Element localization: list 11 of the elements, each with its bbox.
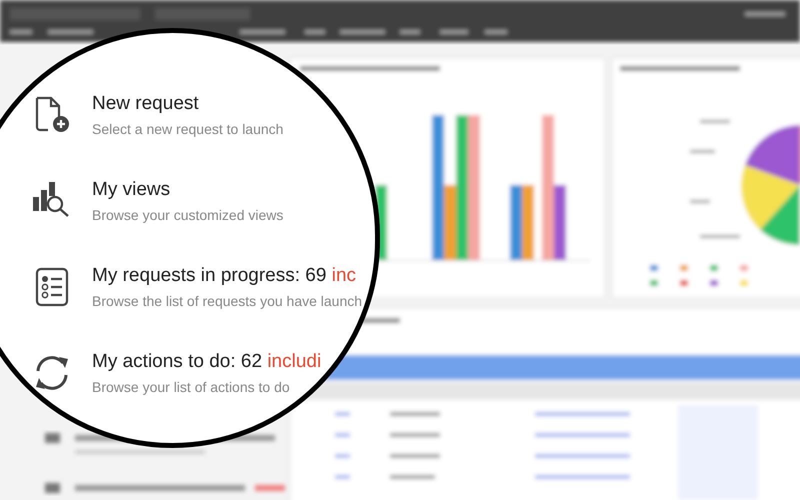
new-file-icon: [34, 95, 70, 133]
item-description: Browse your customized views: [92, 207, 284, 223]
item-description: Select a new request to launch: [92, 121, 284, 137]
item-title[interactable]: New request: [92, 93, 284, 115]
item-description: Browse your list of actions to do: [92, 379, 291, 395]
pie-slice: [745, 125, 800, 185]
item-title[interactable]: My views: [92, 179, 284, 201]
item-description: Browse the list of requests you have launch: [92, 293, 362, 309]
checklist-icon: [35, 267, 69, 307]
item-title[interactable]: My requests in progress: 69 inc: [92, 265, 362, 287]
item-title[interactable]: My actions to do: 62 includi: [92, 351, 322, 373]
